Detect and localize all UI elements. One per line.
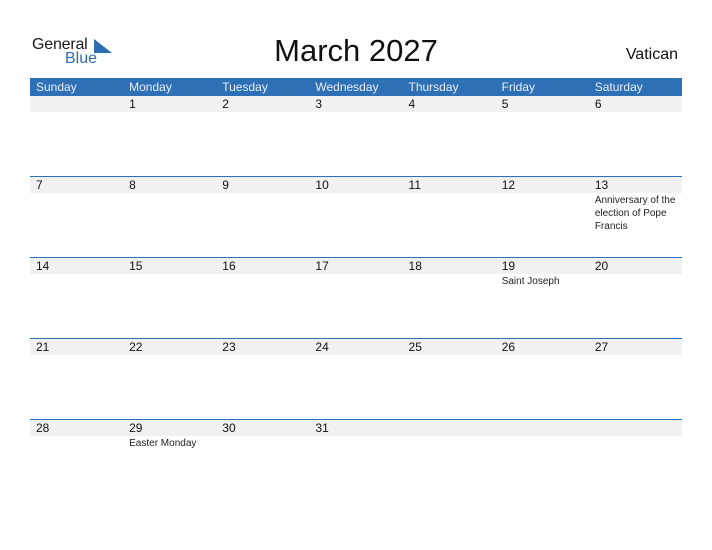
day-cell: 26 — [496, 339, 589, 419]
day-cell: 23 — [216, 339, 309, 419]
day-cell — [589, 420, 682, 500]
day-number: 9 — [222, 178, 229, 192]
day-cell: 10 — [309, 177, 402, 257]
day-cell — [30, 96, 123, 176]
day-cell: 12 — [496, 177, 589, 257]
day-cell: 15 — [123, 258, 216, 338]
day-number: 22 — [129, 340, 143, 354]
country-label: Vatican — [625, 46, 678, 63]
day-cell: 27 — [589, 339, 682, 419]
day-cell: 19 Saint Joseph — [496, 258, 589, 338]
day-cell: 14 — [30, 258, 123, 338]
day-number: 12 — [501, 178, 516, 192]
weekday-monday: Monday — [129, 80, 172, 94]
day-cell: 6 — [589, 96, 682, 176]
day-number: 30 — [222, 421, 236, 435]
day-number: 10 — [315, 178, 329, 192]
day-cell — [403, 420, 496, 500]
day-number: 26 — [501, 340, 516, 354]
weekday-wednesday: Wednesday — [315, 80, 379, 94]
day-cell: 29 Easter Monday — [123, 420, 216, 500]
day-cell — [496, 420, 589, 500]
day-cell: 25 — [403, 339, 496, 419]
day-cell: 4 — [403, 96, 496, 176]
day-number: 15 — [129, 259, 143, 273]
day-number: 21 — [36, 340, 50, 354]
weekday-sunday: Sunday — [36, 80, 77, 94]
day-cell: 20 — [589, 258, 682, 338]
day-number: 8 — [129, 178, 136, 192]
day-number: 20 — [594, 259, 609, 273]
day-number: 18 — [408, 259, 422, 273]
weekday-saturday: Saturday — [594, 80, 643, 94]
day-number: 7 — [36, 178, 43, 192]
week-row: 1 2 3 4 5 6 — [30, 96, 682, 177]
day-cell: 18 — [403, 258, 496, 338]
day-number: 28 — [36, 421, 50, 435]
day-number: 27 — [594, 340, 609, 354]
day-cell: 28 — [30, 420, 123, 500]
day-cell: 13 Anniversary of the election of Pope Fr… — [589, 177, 682, 257]
day-cell: 21 — [30, 339, 123, 419]
day-cell: 1 — [123, 96, 216, 176]
week-row: 28 29 Easter Monday 30 31 — [30, 419, 682, 501]
day-number: 23 — [222, 340, 236, 354]
day-number: 4 — [408, 97, 416, 111]
page-title: March 2027 — [274, 33, 438, 68]
week-row: 14 15 16 17 18 19 Saint Joseph 20 — [30, 257, 682, 339]
holiday-label: Easter Monday — [129, 438, 197, 449]
day-number: 6 — [594, 97, 602, 111]
weekday-friday: Friday — [501, 80, 535, 94]
day-cell: 5 — [496, 96, 589, 176]
day-cell: 7 — [30, 177, 123, 257]
day-number: 17 — [315, 259, 329, 273]
weekday-header: Sunday Monday Tuesday Wednesday Thursday… — [30, 78, 682, 96]
day-cell: 2 — [216, 96, 309, 176]
weekday-thursday: Thursday — [408, 80, 459, 94]
day-number: 19 — [501, 259, 516, 273]
day-number: 3 — [315, 97, 323, 111]
day-number: 11 — [408, 178, 422, 192]
day-cell: 17 — [309, 258, 402, 338]
day-cell: 24 — [309, 339, 402, 419]
week-row: 21 22 23 24 25 26 27 — [30, 338, 682, 420]
day-number: 31 — [315, 421, 329, 435]
day-number: 25 — [408, 340, 422, 354]
holiday-label: Anniversary of the election of Pope Fran… — [594, 195, 676, 232]
day-cell: 9 — [216, 177, 309, 257]
week-row: 7 8 9 10 11 12 13 Anniversary of the election o… — [30, 176, 682, 258]
holiday-label: Saint Joseph — [501, 276, 560, 287]
day-number: 24 — [315, 340, 329, 354]
day-cell: 16 — [216, 258, 309, 338]
weekday-tuesday: Tuesday — [222, 80, 268, 94]
day-number: 13 — [594, 178, 609, 192]
day-cell: 22 — [123, 339, 216, 419]
day-cell: 3 — [309, 96, 402, 176]
day-number: 16 — [222, 259, 236, 273]
day-number: 2 — [222, 97, 229, 111]
day-number: 29 — [129, 421, 143, 435]
day-number: 14 — [36, 259, 50, 273]
day-cell: 8 — [123, 177, 216, 257]
day-cell: 30 — [216, 420, 309, 500]
day-number: 1 — [129, 97, 136, 111]
day-cell: 11 — [403, 177, 496, 257]
day-cell: 31 — [309, 420, 402, 500]
day-number: 5 — [501, 97, 509, 111]
